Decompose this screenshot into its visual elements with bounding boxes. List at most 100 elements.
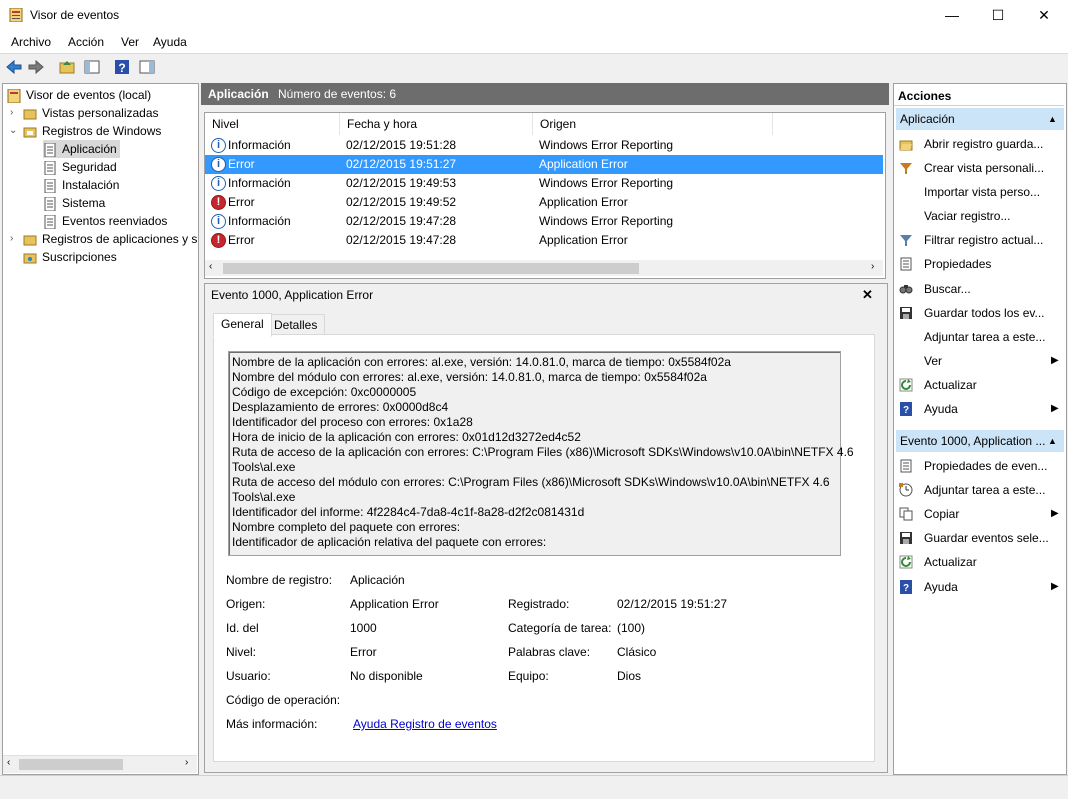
event-date: 02/12/2015 19:47:28 (346, 214, 457, 228)
menu-ayuda[interactable]: Ayuda (153, 35, 187, 49)
subscriptions-icon (23, 253, 37, 264)
folder-icon (23, 235, 37, 246)
event-log-help-link[interactable]: Ayuda Registro de eventos (353, 717, 497, 731)
information-icon: i (211, 176, 226, 191)
action-label: Ver (924, 354, 943, 368)
event-date: 02/12/2015 19:51:27 (346, 157, 457, 171)
action-label: Buscar... (924, 282, 971, 296)
tree-item-security[interactable]: Seguridad (43, 158, 117, 176)
back-icon[interactable] (5, 58, 23, 76)
event-row[interactable]: i Información 02/12/2015 19:47:28 Window… (205, 212, 883, 231)
action-label: Importar vista perso... (924, 185, 1041, 199)
svg-text:?: ? (118, 61, 125, 75)
tree-item-windows-logs[interactable]: Registros de Windows (23, 122, 161, 140)
event-row-selected[interactable]: i Error 02/12/2015 19:51:27 Application … (205, 155, 883, 174)
tree-item-application[interactable]: Aplicación (43, 140, 120, 158)
help-icon[interactable]: ? (113, 58, 131, 76)
event-source: Application Error (539, 233, 628, 247)
action-item[interactable]: Vaciar registro... (896, 204, 1064, 228)
action-label: Propiedades de even... (924, 459, 1048, 473)
action-label: Guardar eventos sele... (924, 531, 1049, 545)
close-button[interactable]: ✕ (1021, 0, 1067, 31)
action-item[interactable]: Importar vista perso... (896, 180, 1064, 204)
tree-horizontal-scrollbar[interactable]: ‹ › (3, 755, 197, 773)
action-item[interactable]: Adjuntar tarea a este... (896, 478, 1064, 502)
action-item[interactable]: Filtrar registro actual... (896, 228, 1064, 252)
menu-archivo[interactable]: Archivo (11, 35, 51, 49)
field-value-log-name: Aplicación (350, 573, 405, 587)
forward-icon[interactable] (27, 58, 45, 76)
tree-item-subscriptions[interactable]: Suscripciones (23, 248, 117, 266)
action-item[interactable]: Abrir registro guarda... (896, 132, 1064, 156)
collapse-icon[interactable]: ⌄ (9, 125, 17, 136)
error-icon: ! (211, 233, 226, 248)
field-label-logged: Registrado: (508, 597, 570, 611)
collapse-up-icon[interactable]: ▲ (1048, 430, 1057, 452)
open-log-icon (899, 140, 913, 151)
action-label: Ayuda (924, 402, 958, 416)
column-header-level[interactable]: Nivel (205, 113, 340, 135)
event-row[interactable]: ! Error 02/12/2015 19:49:52 Application … (205, 193, 883, 212)
scroll-left-icon[interactable]: ‹ (209, 261, 212, 272)
submenu-arrow-icon: ▶ (1051, 508, 1059, 519)
tree-item-system[interactable]: Sistema (43, 194, 105, 212)
event-row[interactable]: ! Error 02/12/2015 19:47:28 Application … (205, 231, 883, 250)
field-label-keywords: Palabras clave: (508, 645, 591, 659)
action-item[interactable]: Buscar... (896, 277, 1064, 301)
tab-general[interactable]: General (213, 313, 272, 337)
action-item[interactable]: Copiar ▶ (896, 502, 1064, 526)
event-viewer-icon (7, 88, 21, 103)
tree-item-custom-views[interactable]: Vistas personalizadas (23, 104, 159, 122)
action-item[interactable]: Guardar todos los ev... (896, 301, 1064, 325)
description-line: Tools\al.exe (232, 460, 296, 474)
action-item[interactable]: Actualizar (896, 550, 1064, 574)
action-item[interactable]: Propiedades (896, 252, 1064, 276)
column-header-source[interactable]: Origen (533, 113, 773, 135)
collapse-up-icon[interactable]: ▲ (1048, 108, 1057, 130)
expand-icon[interactable]: › (10, 107, 13, 118)
action-item[interactable]: ? Ayuda ▶ (896, 575, 1064, 599)
minimize-button[interactable]: — (929, 0, 975, 31)
scroll-right-icon[interactable]: › (871, 261, 874, 272)
actions-section-application[interactable]: Aplicación ▲ (896, 108, 1064, 130)
actions-section-event[interactable]: Evento 1000, Application ... ▲ (896, 430, 1064, 452)
filter-icon (900, 235, 912, 246)
event-description: Nombre de la aplicación con errores: al.… (228, 351, 854, 556)
scroll-left-icon[interactable]: ‹ (7, 757, 10, 768)
up-folder-icon[interactable] (58, 58, 76, 76)
action-item[interactable]: Ver ▶ (896, 349, 1064, 373)
event-row[interactable]: i Información 02/12/2015 19:49:53 Window… (205, 174, 883, 193)
action-label: Propiedades (924, 257, 992, 271)
action-item[interactable]: Guardar eventos sele... (896, 526, 1064, 550)
expand-icon[interactable]: › (10, 233, 13, 244)
scrollbar-thumb[interactable] (19, 759, 123, 770)
maximize-button[interactable]: ☐ (975, 0, 1021, 31)
scroll-right-icon[interactable]: › (185, 757, 188, 768)
tab-details[interactable]: Detalles (266, 314, 326, 336)
event-list-horizontal-scrollbar[interactable]: ‹ › (205, 260, 883, 276)
action-item[interactable]: Adjuntar tarea a este... (896, 325, 1064, 349)
tree-item-label: Vistas personalizadas (42, 106, 159, 120)
show-actions-pane-icon[interactable] (138, 58, 156, 76)
description-line: Ruta de acceso del módulo con errores: C… (232, 475, 830, 489)
tree-root[interactable]: Visor de eventos (local) (7, 86, 151, 104)
action-item[interactable]: ? Ayuda ▶ (896, 397, 1064, 421)
event-viewer-icon (9, 8, 23, 22)
show-hide-tree-icon[interactable] (83, 58, 101, 76)
tree-item-forwarded-events[interactable]: Eventos reenviados (43, 212, 167, 230)
menu-ver[interactable]: Ver (121, 35, 139, 49)
scrollbar-thumb[interactable] (223, 263, 639, 274)
submenu-arrow-icon: ▶ (1051, 355, 1059, 366)
column-header-date[interactable]: Fecha y hora (340, 113, 533, 135)
tree-item-label: Registros de Windows (42, 124, 162, 138)
event-row[interactable]: i Información 02/12/2015 19:51:28 Window… (205, 136, 883, 155)
action-item[interactable]: Actualizar (896, 373, 1064, 397)
tree-item-app-services[interactable]: Registros de aplicaciones y s (23, 230, 197, 248)
tree-item-setup[interactable]: Instalación (43, 176, 119, 194)
menu-accion[interactable]: Acción (68, 35, 104, 49)
window-title: Visor de eventos (30, 8, 120, 22)
action-item[interactable]: Propiedades de even... (896, 454, 1064, 478)
find-icon (899, 285, 913, 294)
close-detail-icon[interactable]: ✕ (862, 287, 873, 303)
action-item[interactable]: Crear vista personali... (896, 156, 1064, 180)
